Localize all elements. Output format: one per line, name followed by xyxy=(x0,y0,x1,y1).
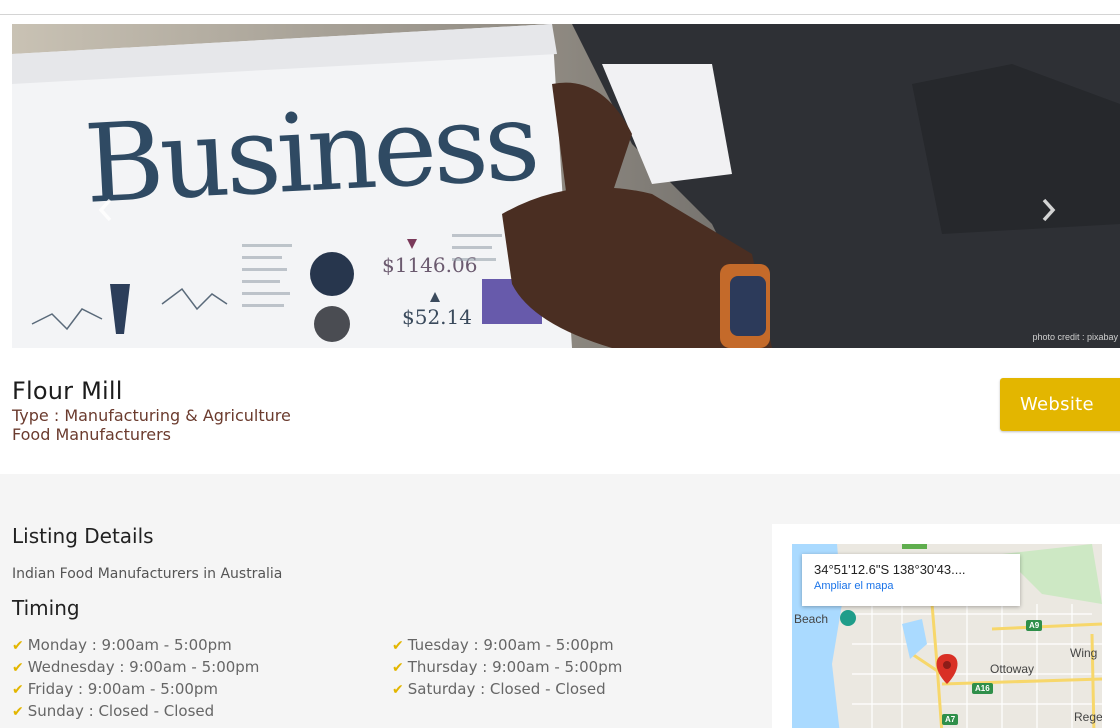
listing-description: Indian Food Manufacturers in Australia xyxy=(12,566,283,582)
timing-heading: Timing xyxy=(12,596,80,620)
listing-type: Type : Manufacturing & Agriculture xyxy=(12,406,291,425)
map-card: 34°51'12.6"S 138°30'43.... Ampliar el ma… xyxy=(772,524,1120,728)
timing-item-friday: ✔ Friday : 9:00am - 5:00pm xyxy=(12,680,218,698)
timing-item-saturday: ✔ Saturday : Closed - Closed xyxy=(392,680,606,698)
road-shield: A7 xyxy=(942,714,959,725)
svg-text:$1146.06: $1146.06 xyxy=(382,253,477,277)
check-icon: ✔ xyxy=(392,638,404,654)
embedded-map[interactable]: 34°51'12.6"S 138°30'43.... Ampliar el ma… xyxy=(792,544,1102,728)
road-shield: A16 xyxy=(972,683,993,694)
check-icon: ✔ xyxy=(12,682,24,698)
photo-credit: photo credit : pixabay xyxy=(1032,332,1118,342)
check-icon: ✔ xyxy=(12,660,24,676)
map-coordinates: 34°51'12.6"S 138°30'43.... xyxy=(814,562,966,577)
timing-text: Friday : 9:00am - 5:00pm xyxy=(27,680,219,698)
listing-details-heading: Listing Details xyxy=(12,524,154,548)
map-label-beach: Beach xyxy=(794,612,829,626)
timing-item-thursday: ✔ Thursday : 9:00am - 5:00pm xyxy=(392,658,622,676)
timing-text: Thursday : 9:00am - 5:00pm xyxy=(407,658,623,676)
carousel-prev-button[interactable] xyxy=(94,194,118,226)
hero-headline: Business xyxy=(81,79,539,228)
map-label-wingfield: Wing xyxy=(1070,646,1098,660)
timing-item-sunday: ✔ Sunday : Closed - Closed xyxy=(12,702,214,720)
road-shield: A9 xyxy=(1026,620,1043,631)
check-icon: ✔ xyxy=(392,682,404,698)
svg-text:$52.14: $52.14 xyxy=(402,305,472,329)
check-icon: ✔ xyxy=(12,704,24,720)
map-info-window: 34°51'12.6"S 138°30'43.... Ampliar el ma… xyxy=(802,554,1020,606)
chevron-left-icon xyxy=(98,198,112,222)
timing-item-monday: ✔ Monday : 9:00am - 5:00pm xyxy=(12,636,232,654)
chevron-right-icon xyxy=(1042,198,1056,222)
listing-category: Food Manufacturers xyxy=(12,425,171,444)
check-icon: ✔ xyxy=(12,638,24,654)
top-border xyxy=(0,0,1120,15)
timing-text: Wednesday : 9:00am - 5:00pm xyxy=(27,658,260,676)
map-label-regency: Rege xyxy=(1074,710,1102,724)
timing-text: Tuesday : 9:00am - 5:00pm xyxy=(407,636,614,654)
timing-text: Saturday : Closed - Closed xyxy=(407,680,606,698)
listing-header: Flour Mill Type : Manufacturing & Agricu… xyxy=(12,376,291,444)
timing-item-wednesday: ✔ Wednesday : 9:00am - 5:00pm xyxy=(12,658,259,676)
website-button[interactable]: Website xyxy=(1000,378,1120,431)
enlarge-map-link[interactable]: Ampliar el mapa xyxy=(814,580,1008,592)
timing-item-tuesday: ✔ Tuesday : 9:00am - 5:00pm xyxy=(392,636,614,654)
timing-text: Monday : 9:00am - 5:00pm xyxy=(27,636,232,654)
carousel-next-button[interactable] xyxy=(1036,194,1060,226)
hero-carousel[interactable]: $1146.06 $52.14 Business photo credit: … xyxy=(12,24,1120,348)
check-icon: ✔ xyxy=(392,660,404,676)
timing-text: Sunday : Closed - Closed xyxy=(27,702,215,720)
map-label-ottoway: Ottoway xyxy=(990,662,1035,676)
listing-details-section: Listing Details Indian Food Manufacturer… xyxy=(0,474,1120,728)
listing-title: Flour Mill xyxy=(12,377,123,405)
